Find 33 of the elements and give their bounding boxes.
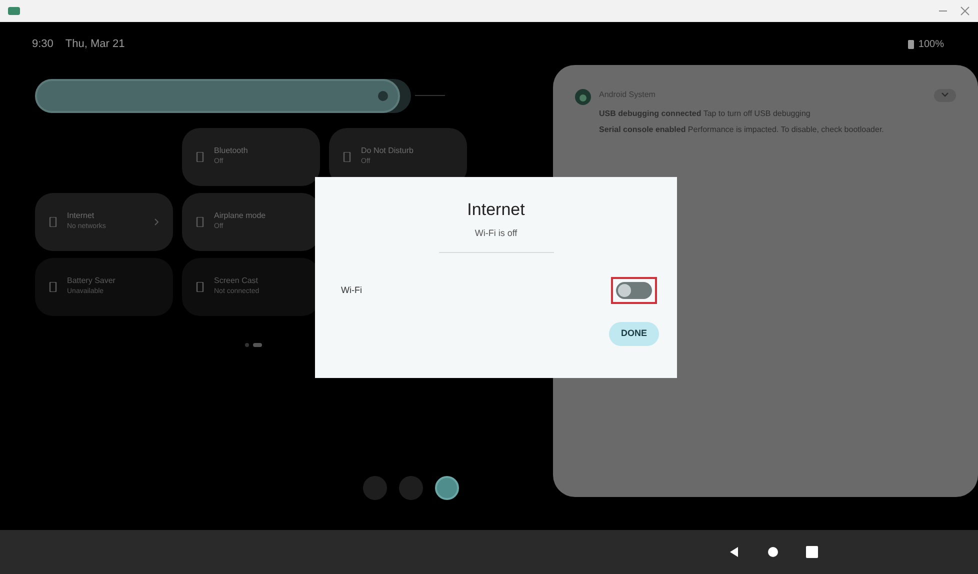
tile-title: Battery Saver bbox=[67, 275, 116, 288]
chevron-down-icon bbox=[941, 92, 949, 98]
wifi-toggle[interactable] bbox=[616, 282, 652, 299]
android-icon bbox=[575, 88, 591, 104]
tile-icon bbox=[49, 282, 57, 292]
page-indicator[interactable] bbox=[253, 342, 262, 346]
tile-title: Bluetooth bbox=[214, 145, 249, 158]
battery-icon bbox=[908, 39, 914, 50]
notification-text: Serial console enabled Performance is impacted. To disable, check bootloader. bbox=[599, 124, 885, 136]
back-icon[interactable] bbox=[728, 546, 740, 558]
tile-title: Do Not Disturb bbox=[361, 145, 414, 158]
done-button[interactable]: DONE bbox=[608, 322, 659, 346]
tile-title: Internet bbox=[67, 210, 96, 222]
round-button[interactable] bbox=[435, 476, 459, 500]
battery-percentage: 100% bbox=[918, 38, 944, 52]
tile-icon bbox=[196, 152, 204, 162]
dialog-title: Internet bbox=[467, 199, 525, 221]
notification-text: USB debugging connected Tap to turn off USB debugging bbox=[599, 108, 812, 120]
expand-button[interactable] bbox=[934, 88, 956, 102]
tile-icon bbox=[196, 282, 204, 292]
close-icon[interactable] bbox=[960, 6, 970, 16]
wifi-label: Wi-Fi bbox=[341, 284, 362, 297]
tile-icon bbox=[196, 216, 204, 226]
tile-title: Screen Cast bbox=[214, 275, 260, 288]
tile-icon bbox=[49, 216, 57, 226]
tile-title: Airplane mode bbox=[214, 210, 267, 222]
page-indicator[interactable] bbox=[245, 342, 249, 346]
dialog-subtitle: Wi-Fi is off bbox=[474, 226, 518, 240]
app-icon bbox=[8, 6, 20, 16]
clock-time: 9:30 bbox=[32, 37, 54, 52]
tile-icon bbox=[343, 152, 351, 162]
date-text: Thu, Mar 21 bbox=[65, 37, 125, 52]
home-icon[interactable] bbox=[768, 547, 778, 557]
